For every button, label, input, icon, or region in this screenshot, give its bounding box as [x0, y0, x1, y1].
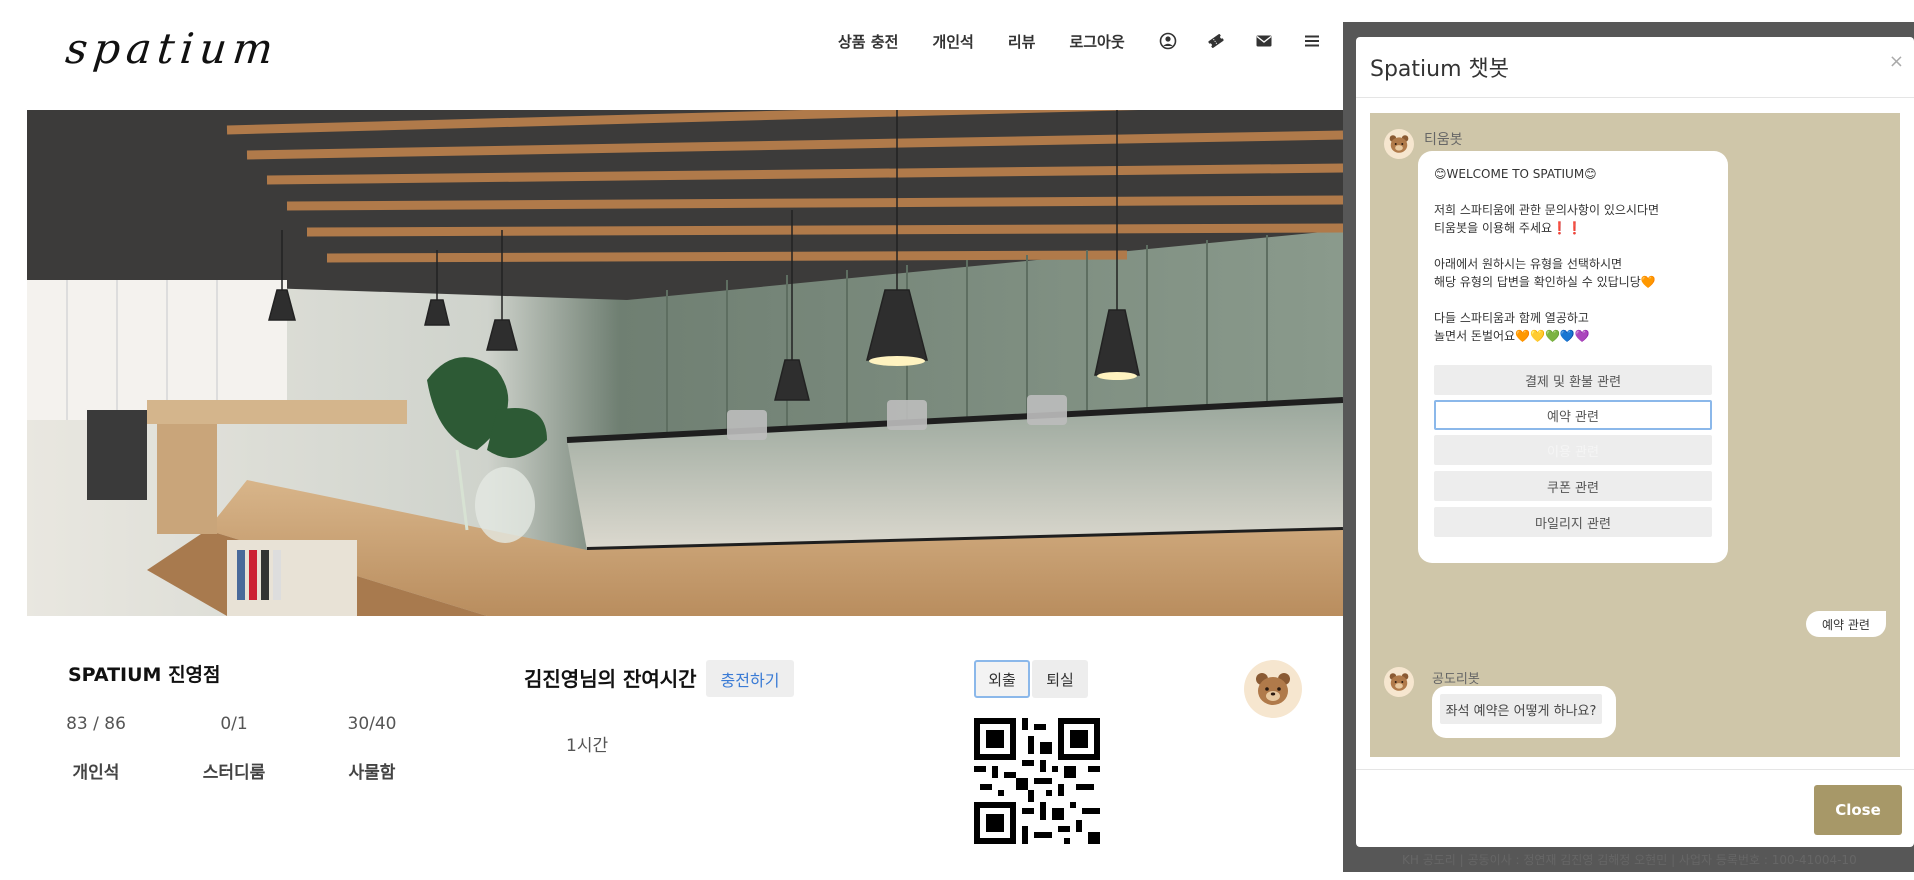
- remaining-time-title: 김진영님의 잔여시간: [524, 667, 697, 691]
- message-line: 다들 스파티움과 함께 열공하고: [1434, 311, 1589, 325]
- branch-title: SPATIUM 진영점: [68, 664, 221, 686]
- question-choice[interactable]: 좌석 예약은 어떻게 하나요?: [1440, 694, 1602, 724]
- stat-private-seat-label: 개인석: [72, 763, 120, 783]
- menu-icon[interactable]: [1303, 32, 1321, 50]
- nav-logout[interactable]: 로그아웃: [1069, 31, 1124, 52]
- user-message-bubble: 예약 관련: [1806, 611, 1886, 637]
- stat-locker-count: 30/40: [347, 714, 397, 734]
- main-nav: 상품 충전 개인석 리뷰 로그아웃: [838, 28, 1351, 54]
- welcome-text: 😊WELCOME TO SPATIUM😊: [1434, 167, 1597, 181]
- welcome-message-bubble: 😊WELCOME TO SPATIUM😊 저희 스파티움에 관한 문의사항이 있…: [1418, 151, 1728, 563]
- chatbot-modal: Spatium 챗봇 × 티움봇 😊WELCOME TO SPATIUM😊 저희…: [1356, 37, 1914, 847]
- logo[interactable]: spatium: [63, 24, 281, 73]
- message-line: 놀면서 돈벌어요🧡💛💚💙💜: [1434, 329, 1590, 343]
- footer-company-info: KH 공도리 | 공동이사 : 정연재 김진영 김해정 오현민 | 사업자 등록…: [1402, 853, 1857, 867]
- question-bubble: 좌석 예약은 어떻게 하나요?: [1432, 686, 1616, 738]
- bot-avatar: [1384, 129, 1414, 159]
- choice-coupon[interactable]: 쿠폰 관련: [1434, 471, 1712, 501]
- hero-image: [27, 110, 1343, 616]
- modal-footer-divider: [1356, 769, 1914, 770]
- go-out-button[interactable]: 외출: [974, 660, 1030, 698]
- choice-reservation[interactable]: 예약 관련: [1434, 400, 1712, 430]
- bot-name: 공도리봇: [1432, 672, 1480, 687]
- bear-icon: [1389, 135, 1409, 153]
- choice-usage[interactable]: 이용 관련: [1434, 435, 1712, 465]
- bot-avatar: [1384, 667, 1414, 697]
- page: spatium 상품 충전 개인석 리뷰 로그아웃 SPATIUM 진영점 83…: [0, 0, 1914, 880]
- check-out-button[interactable]: 퇴실: [1032, 660, 1088, 698]
- message-line: 해당 유형의 답변을 확인하실 수 있답니당🧡: [1434, 275, 1656, 289]
- choice-payment-refund[interactable]: 결제 및 환불 관련: [1434, 365, 1712, 395]
- close-icon[interactable]: ×: [1889, 51, 1904, 72]
- modal-title: Spatium 챗봇: [1370, 57, 1509, 82]
- stat-locker-label: 사물함: [348, 763, 396, 783]
- chatbot-launcher-button[interactable]: [1244, 660, 1302, 718]
- mail-icon[interactable]: [1255, 32, 1273, 50]
- ticket-icon[interactable]: [1207, 32, 1225, 50]
- close-button[interactable]: Close: [1814, 785, 1902, 835]
- modal-header-divider: [1356, 97, 1914, 98]
- qr-code: [974, 718, 1100, 844]
- choice-mileage[interactable]: 마일리지 관련: [1434, 507, 1712, 537]
- chat-area[interactable]: 티움봇 😊WELCOME TO SPATIUM😊 저희 스파티움에 관한 문의사…: [1370, 113, 1900, 757]
- message-line: 아래에서 원하시는 유형을 선택하시면: [1434, 257, 1623, 271]
- nav-review[interactable]: 리뷰: [1008, 31, 1036, 52]
- message-line: 저희 스파티움에 관한 문의사항이 있으시다면: [1434, 203, 1660, 217]
- stat-study-room-count: 0/1: [220, 714, 248, 734]
- nav-private-seat[interactable]: 개인석: [932, 31, 973, 52]
- nav-product-charge[interactable]: 상품 충전: [838, 31, 898, 52]
- message-line: 티움봇을 이용해 주세요❗❗: [1434, 221, 1582, 235]
- bot-name: 티움봇: [1424, 132, 1463, 148]
- stat-private-seat-count: 83 / 86: [66, 714, 126, 734]
- bear-icon: [1389, 673, 1409, 691]
- stat-study-room-label: 스터디룸: [202, 763, 266, 783]
- charge-button[interactable]: 충전하기: [706, 660, 794, 697]
- user-circle-icon[interactable]: [1159, 32, 1177, 50]
- remaining-time-value: 1시간: [566, 736, 609, 756]
- bear-icon: [1256, 673, 1290, 705]
